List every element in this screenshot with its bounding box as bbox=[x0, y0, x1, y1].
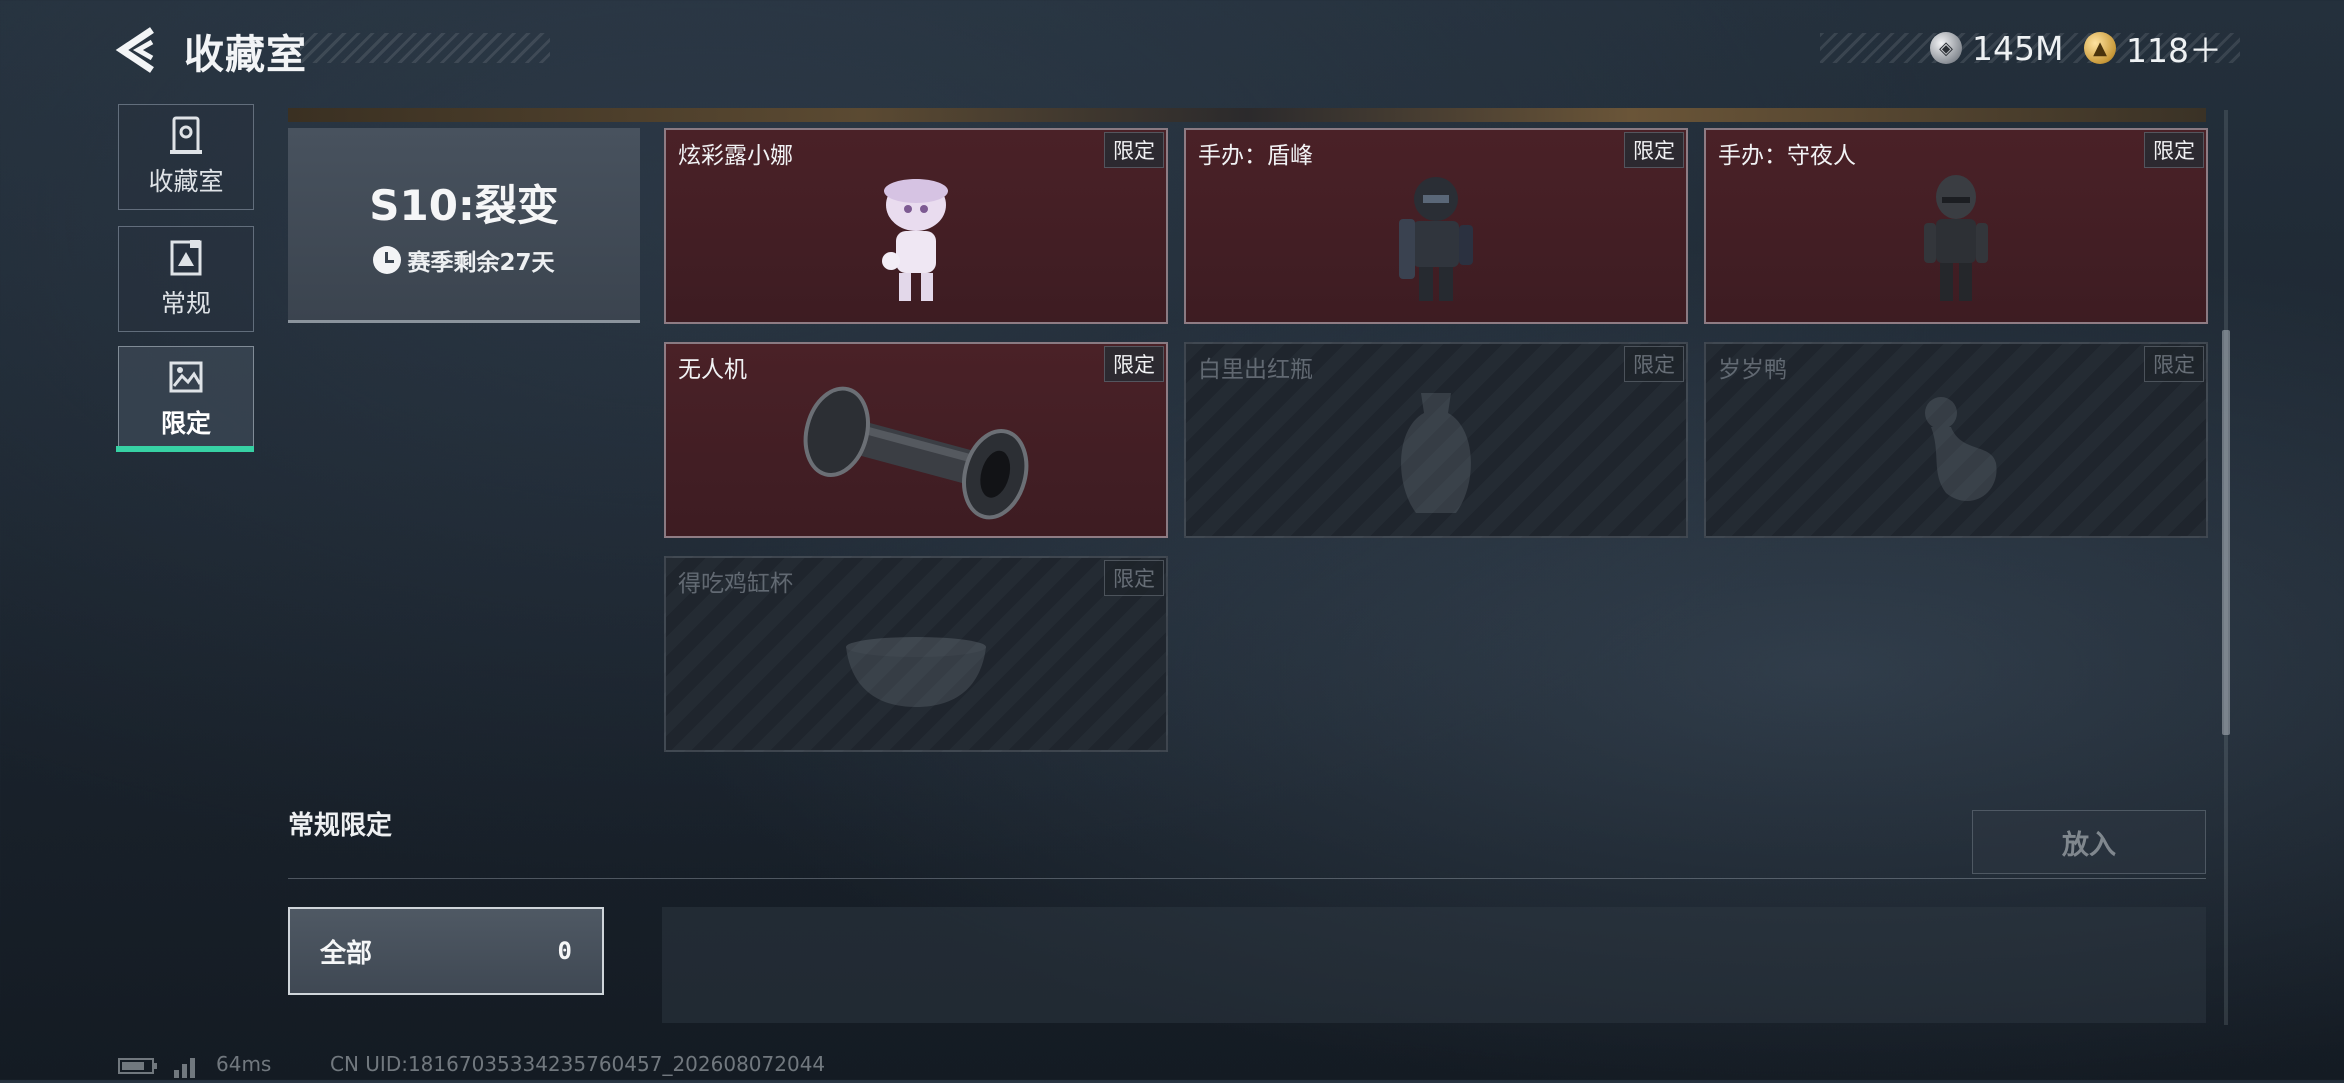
currency-gold[interactable]: ▲ 118＋ bbox=[2084, 26, 2222, 70]
filter-all-button[interactable]: 全部 0 bbox=[288, 907, 604, 995]
section-title: 常规限定 bbox=[288, 811, 393, 841]
item-card[interactable]: 手办：守夜人 限定 bbox=[1704, 128, 2208, 324]
sidebar-item-limited[interactable]: 限定 bbox=[118, 346, 254, 452]
season-card[interactable]: S10:裂变 赛季剩余27天 bbox=[288, 128, 640, 323]
item-card[interactable]: 白里出红瓶 限定 bbox=[1184, 342, 1688, 538]
season-remaining-text: 赛季剩余27天 bbox=[407, 249, 555, 276]
active-indicator bbox=[116, 446, 254, 452]
doll-figure-icon bbox=[666, 156, 1166, 322]
page-title: 收藏室 bbox=[184, 32, 307, 78]
ping-value: 64ms bbox=[216, 1052, 272, 1076]
scrollbar-thumb[interactable] bbox=[2222, 330, 2230, 735]
section-divider bbox=[288, 878, 2206, 879]
item-list-area bbox=[662, 907, 2206, 1023]
duck-icon bbox=[1706, 370, 2206, 536]
silver-coin-icon: ◈ bbox=[1930, 32, 1962, 64]
season-remaining: 赛季剩余27天 bbox=[373, 243, 555, 277]
currency-silver-value: 145M bbox=[1972, 28, 2064, 68]
battery-icon bbox=[118, 1056, 158, 1081]
item-card[interactable]: 炫彩露小娜 限定 bbox=[664, 128, 1168, 324]
clock-icon bbox=[373, 245, 402, 274]
sidebar-item-vault[interactable]: 收藏室 bbox=[118, 104, 254, 210]
item-card[interactable]: 无人机 限定 bbox=[664, 342, 1168, 538]
currency-gold-value: 118＋ bbox=[2126, 31, 2222, 70]
picture-icon bbox=[166, 358, 206, 398]
filter-all-count: 0 bbox=[557, 937, 572, 965]
sidebar-item-label: 限定 bbox=[160, 409, 211, 438]
item-card[interactable]: 岁岁鸭 限定 bbox=[1704, 342, 2208, 538]
filter-all-label: 全部 bbox=[320, 938, 373, 969]
document-icon bbox=[166, 238, 206, 278]
gold-coin-icon: ▲ bbox=[2084, 32, 2116, 64]
item-card[interactable]: 得吃鸡缸杯 限定 bbox=[664, 556, 1168, 752]
title-decoration bbox=[300, 33, 550, 63]
drone-roller-icon bbox=[666, 370, 1166, 536]
bowl-icon bbox=[666, 584, 1166, 750]
dark-figure-icon bbox=[1706, 156, 2206, 322]
uid-text: CN UID:18167035334235760457_202608072044 bbox=[330, 1052, 826, 1076]
vase-icon bbox=[1186, 370, 1686, 536]
back-arrow-icon bbox=[115, 27, 154, 73]
back-button[interactable] bbox=[112, 22, 168, 78]
season-title: S10:裂变 bbox=[369, 180, 559, 230]
armored-figure-icon bbox=[1186, 156, 1686, 322]
signal-icon bbox=[172, 1052, 202, 1083]
currency-silver: ◈ 145M bbox=[1930, 26, 2063, 70]
banner-strip bbox=[288, 108, 2206, 122]
item-card[interactable]: 手办：盾峰 限定 bbox=[1184, 128, 1688, 324]
put-in-button[interactable]: 放入 bbox=[1972, 810, 2206, 874]
sidebar-item-label: 收藏室 bbox=[148, 167, 224, 196]
sidebar-item-label: 常规 bbox=[160, 289, 211, 318]
sidebar-item-regular[interactable]: 常规 bbox=[118, 226, 254, 332]
vault-icon bbox=[166, 116, 206, 156]
